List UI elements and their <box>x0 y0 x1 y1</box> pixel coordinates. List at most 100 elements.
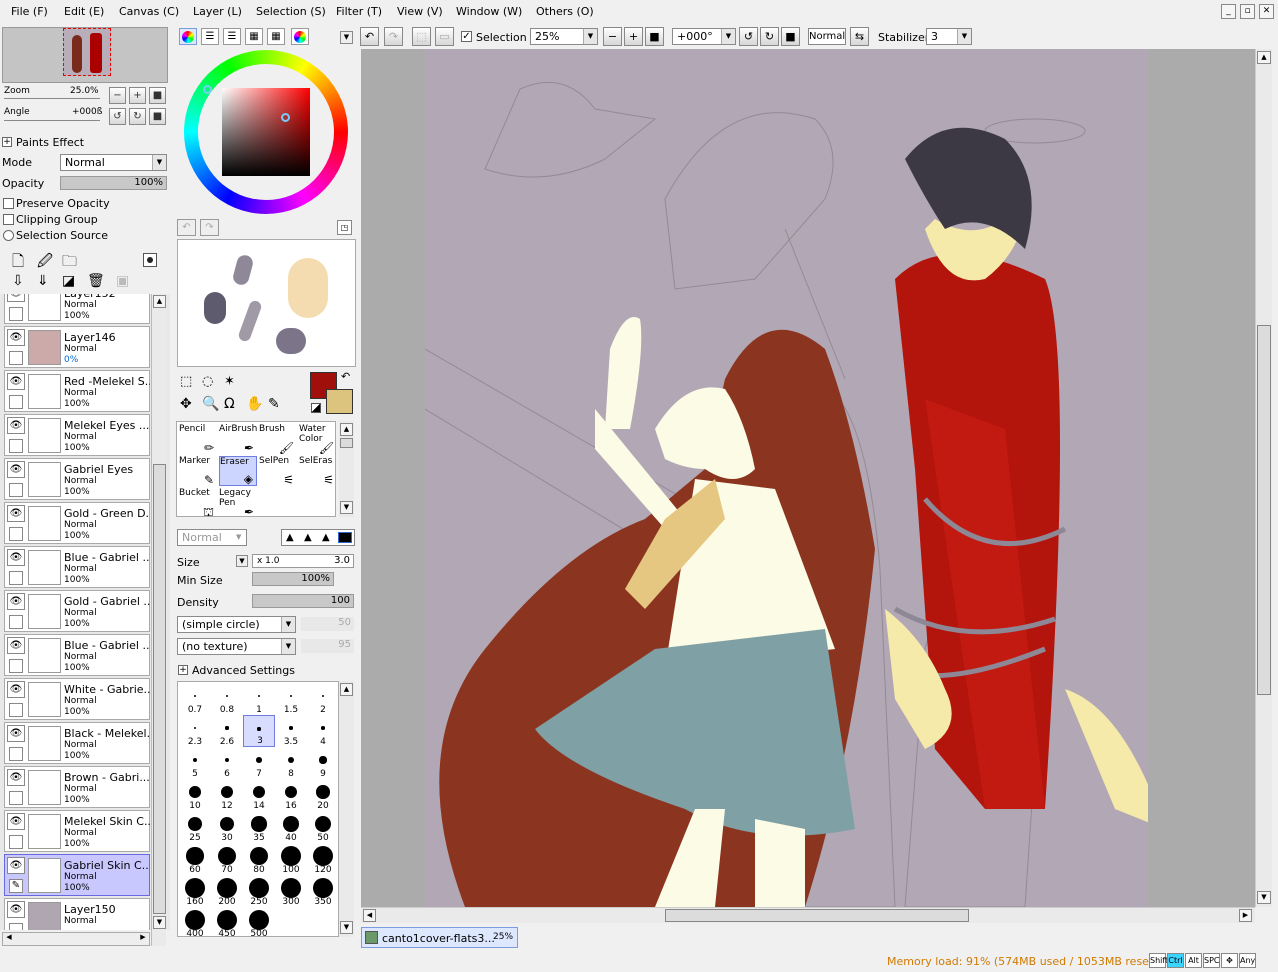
layer-row[interactable]: 👁 Melekel Eyes ... Normal 100% <box>4 414 150 456</box>
brush-size-preset[interactable]: 9 <box>307 747 339 779</box>
layer-mode-select[interactable]: Normal ▼ <box>60 154 167 171</box>
merge-down-icon[interactable]: ⇓ <box>37 273 49 289</box>
tool-marker[interactable]: Marker ✎ <box>179 456 217 486</box>
lasso-icon[interactable]: ◌ <box>202 374 213 389</box>
lock-checkbox[interactable] <box>9 747 23 761</box>
density-slider[interactable]: 100 <box>252 594 354 608</box>
visibility-eye-icon[interactable]: 👁 <box>7 769 25 786</box>
tool-legacy[interactable]: Legacy Pen ✒ <box>219 488 257 518</box>
expand-icon[interactable]: + <box>2 137 12 147</box>
color-palette-tab[interactable]: ▦ <box>245 28 263 45</box>
saturation-value-square[interactable] <box>222 88 310 176</box>
rotate-tool-icon[interactable]: Ω <box>224 396 235 412</box>
layer-row[interactable]: 👁 Black - Melekel... Normal 100% <box>4 722 150 764</box>
brush-size-preset[interactable]: 200 <box>211 875 243 907</box>
brush-size-preset[interactable]: 2.3 <box>179 715 211 747</box>
navigator-preview[interactable] <box>2 27 168 83</box>
lock-checkbox[interactable] <box>9 923 23 930</box>
lock-checkbox[interactable] <box>9 615 23 629</box>
move-icon[interactable]: ✥ <box>180 396 192 412</box>
selection-checkbox[interactable]: ✓ <box>461 31 472 42</box>
clipping-group-checkbox[interactable] <box>3 214 14 225</box>
lock-checkbox[interactable] <box>9 571 23 585</box>
layer-row[interactable]: 👁 Gabriel Eyes Normal 100% <box>4 458 150 500</box>
brush-size-preset[interactable]: 4 <box>307 715 339 747</box>
shape-flat-icon[interactable]: ▲ <box>322 532 330 543</box>
artwork[interactable] <box>424 49 1165 907</box>
zoom-out-icon[interactable]: − <box>603 27 622 46</box>
layer-row[interactable]: 👁 Gold - Gabriel ... Normal 100% <box>4 590 150 632</box>
invert-selection-icon[interactable]: ▭ <box>435 27 454 46</box>
scroll-down-arrow[interactable]: ▼ <box>340 501 353 514</box>
layer-mask-icon[interactable] <box>143 253 157 267</box>
shape-strength-slider[interactable]: 50 <box>301 617 354 631</box>
brush-size-preset[interactable]: 1.5 <box>275 683 307 715</box>
navigator-viewport[interactable] <box>63 28 111 76</box>
visibility-eye-icon[interactable]: 👁 <box>7 549 25 566</box>
menu-file[interactable]: File (F) <box>11 5 48 18</box>
visibility-eye-icon[interactable]: 👁 <box>7 417 25 434</box>
delete-layer-icon[interactable]: 🗑 <box>87 273 105 289</box>
brush-size-preset[interactable]: 6 <box>211 747 243 779</box>
lock-checkbox[interactable] <box>9 835 23 849</box>
hue-cursor[interactable] <box>203 85 212 94</box>
brush-size-preset[interactable]: 500 <box>243 907 275 939</box>
swap-colors-icon[interactable]: ↶ <box>341 370 350 383</box>
tool-bucket[interactable]: Bucket ⛫ <box>179 488 217 518</box>
scroll-up-arrow[interactable]: ▲ <box>340 683 353 696</box>
layer-row[interactable]: 👁 Layer146 Normal 0% <box>4 326 150 368</box>
lock-checkbox[interactable] <box>9 703 23 717</box>
scroll-down-arrow[interactable]: ▼ <box>153 916 166 929</box>
menu-edit[interactable]: Edit (E) <box>64 5 104 18</box>
brush-size-preset[interactable]: 40 <box>275 811 307 843</box>
brush-size-preset[interactable]: 20 <box>307 779 339 811</box>
scroll-up-arrow[interactable]: ▲ <box>153 295 166 308</box>
angle-select[interactable]: +000° ▼ <box>672 28 736 45</box>
edit-pen-icon[interactable]: ✎ <box>9 879 23 893</box>
close-icon[interactable]: ✕ <box>1259 4 1274 19</box>
layer-hscrollbar[interactable]: ◀ ▶ <box>2 932 150 946</box>
layer-opacity-slider[interactable]: 100% <box>60 176 167 190</box>
lock-checkbox[interactable] <box>9 439 23 453</box>
brush-size-preset[interactable]: 16 <box>275 779 307 811</box>
blend-dropdown-icon[interactable]: ▼ <box>236 529 248 546</box>
brush-size-preset[interactable]: 80 <box>243 843 275 875</box>
lock-checkbox[interactable] <box>9 307 23 321</box>
deselect-icon[interactable]: ⬚ <box>412 27 431 46</box>
color-wheel-tab[interactable] <box>179 28 197 45</box>
brush-size-preset[interactable]: 10 <box>179 779 211 811</box>
brush-size-preset[interactable]: 2.6 <box>211 715 243 747</box>
layer-row[interactable]: 👁 Blue - Gabriel ... Normal 100% <box>4 634 150 676</box>
visibility-eye-icon[interactable]: 👁 <box>7 373 25 390</box>
brush-shape-selector[interactable]: ▲ ▲ ▲ <box>281 529 355 546</box>
brush-size-preset[interactable]: 12 <box>211 779 243 811</box>
sub-color-swatch[interactable] <box>326 389 353 414</box>
brush-size-preset[interactable]: 2 <box>307 683 339 715</box>
brush-size-preset[interactable]: 3.5 <box>275 715 307 747</box>
angle-slider[interactable] <box>4 120 100 121</box>
lock-checkbox[interactable] <box>9 483 23 497</box>
layer-row[interactable]: 👁 Red -Melekel S... Normal 100% <box>4 370 150 412</box>
brush-size-preset[interactable]: 8 <box>275 747 307 779</box>
layer-row[interactable]: 👁 Layer150 Normal <box>4 898 150 930</box>
lock-checkbox[interactable] <box>9 791 23 805</box>
menu-window[interactable]: Window (W) <box>456 5 522 18</box>
visibility-eye-icon[interactable]: 👁 <box>7 329 25 346</box>
canvas-viewport[interactable] <box>361 49 1255 907</box>
canvas-hscroll-thumb[interactable] <box>665 909 969 922</box>
brush-size-preset[interactable]: 30 <box>211 811 243 843</box>
rotate-reset-button[interactable]: ■ <box>149 108 166 125</box>
swatches-tab[interactable]: ▦ <box>267 28 285 45</box>
preserve-opacity-checkbox[interactable] <box>3 198 14 209</box>
transfer-down-icon[interactable]: ⇩ <box>12 273 24 289</box>
scroll-left-arrow[interactable]: ◀ <box>3 933 15 945</box>
texture-strength-slider[interactable]: 95 <box>301 639 354 653</box>
zoom-reset-button[interactable]: ■ <box>149 87 166 104</box>
layer-row[interactable]: 👁Layer152Normal100% <box>4 294 150 324</box>
brush-size-preset[interactable]: 70 <box>211 843 243 875</box>
brush-size-preset[interactable]: 100 <box>275 843 307 875</box>
scroll-right-arrow[interactable]: ▶ <box>1239 909 1252 922</box>
brush-size-preset[interactable]: 7 <box>243 747 275 779</box>
visibility-eye-icon[interactable]: 👁 <box>7 461 25 478</box>
layer-row[interactable]: 👁 Melekel Skin C... Normal 100% <box>4 810 150 852</box>
